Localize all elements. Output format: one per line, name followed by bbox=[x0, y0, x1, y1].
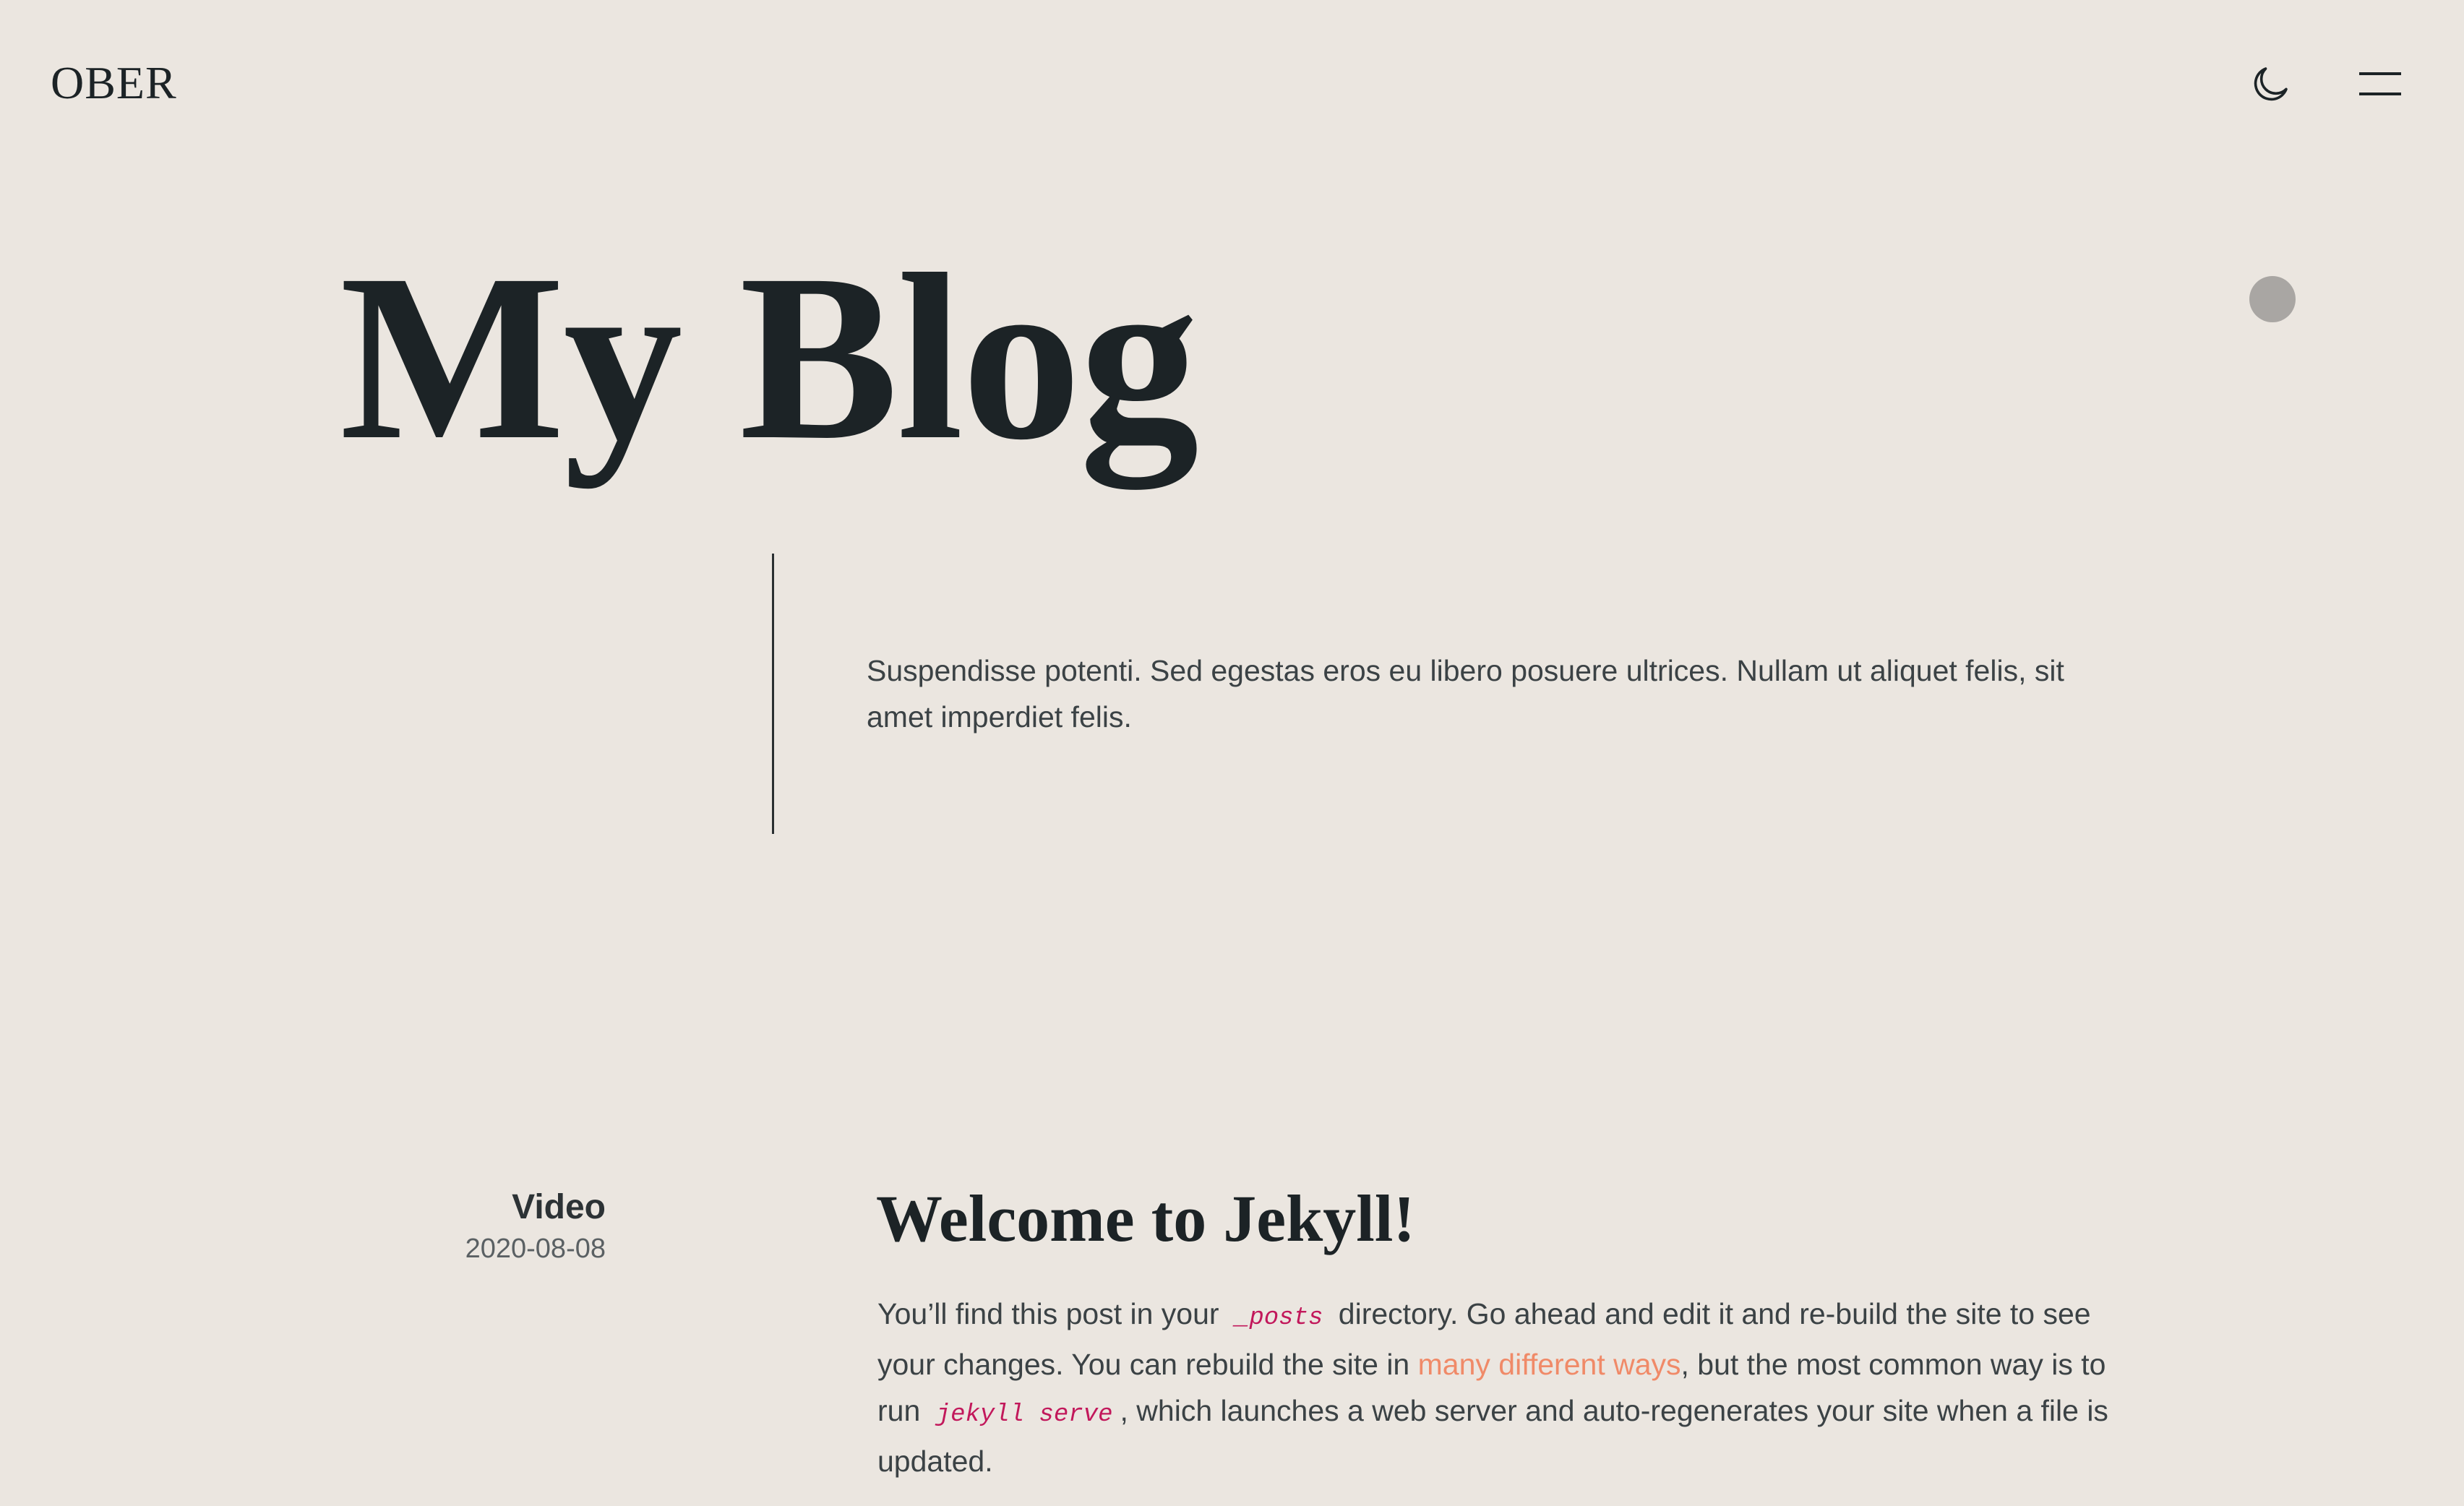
menu-line-bottom bbox=[2359, 92, 2401, 95]
excerpt-text: You’ll find this post in your bbox=[877, 1297, 1219, 1330]
intro-text: Suspendisse potenti. Sed egestas eros eu… bbox=[867, 654, 2064, 733]
site-logo[interactable]: OBER bbox=[51, 56, 177, 110]
post-date: 2020-08-08 bbox=[465, 1234, 606, 1264]
moon-icon[interactable] bbox=[2248, 62, 2293, 107]
inline-code-jekyll-serve: jekyll serve bbox=[935, 1401, 1113, 1429]
post-excerpt: You’ll find this post in your _posts dir… bbox=[877, 1291, 2135, 1484]
post-meta: Video 2020-08-08 bbox=[405, 1185, 606, 1268]
menu-line-top bbox=[2359, 72, 2401, 75]
post-title[interactable]: Welcome to Jekyll! bbox=[876, 1176, 1415, 1260]
vertical-divider bbox=[772, 554, 774, 834]
hamburger-menu-icon[interactable] bbox=[2359, 69, 2401, 100]
inline-code-posts: _posts bbox=[1234, 1304, 1323, 1332]
scroll-indicator-dot bbox=[2249, 276, 2296, 322]
page-title: My Blog bbox=[340, 225, 1199, 489]
post-category[interactable]: Video bbox=[405, 1185, 606, 1230]
link-many-different-ways[interactable]: many different ways bbox=[1418, 1348, 1681, 1381]
